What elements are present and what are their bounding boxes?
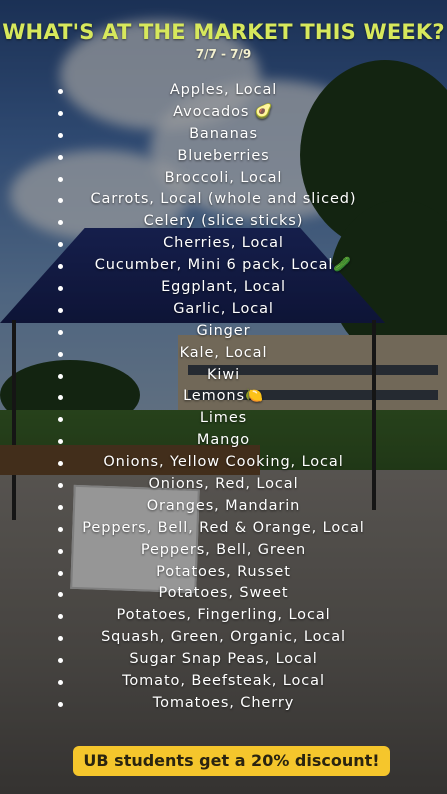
list-item: Mango: [0, 430, 447, 452]
list-item-label: Sugar Snap Peas, Local: [129, 651, 318, 668]
list-item-label: Squash, Green, Organic, Local: [101, 629, 346, 646]
bullet-icon: [58, 154, 63, 160]
list-item-label: Blueberries: [177, 147, 270, 164]
list-item-label: Cucumber, Mini 6 pack, Local🥒: [94, 257, 353, 274]
bullet-icon: [58, 526, 63, 532]
list-item-label: Tomato, Beefsteak, Local: [122, 673, 325, 690]
bullet-icon: [58, 461, 63, 467]
list-item: Onions, Yellow Cooking, Local: [0, 452, 447, 474]
bullet-icon: [58, 176, 63, 182]
list-item-label: Apples, Local: [169, 82, 278, 98]
list-item: Broccoli, Local: [0, 168, 447, 190]
list-item-label: Onions, Red, Local: [148, 476, 299, 493]
list-item-label: Eggplant, Local: [161, 279, 286, 296]
list-item-label: Tomatoes, Cherry: [152, 694, 295, 711]
list-item-label: Avocados 🥑: [173, 103, 274, 120]
bullet-icon: [58, 548, 63, 554]
list-item-label: Potatoes, Fingerling, Local: [116, 607, 331, 624]
list-item: Potatoes, Fingerling, Local: [0, 605, 447, 627]
list-item-label: Peppers, Bell, Red & Orange, Local: [82, 519, 365, 536]
produce-list: Apples, Local Avocados 🥑 Bananas Blueberrie…: [0, 80, 447, 715]
list-item: Eggplant, Local: [0, 277, 447, 299]
list-item: Peppers, Bell, Green: [0, 540, 447, 562]
list-item: Tomatoes, Cherry: [0, 693, 447, 715]
list-item: Avocados 🥑: [0, 102, 447, 124]
list-item-label: Mango: [196, 432, 251, 449]
list-item: Potatoes, Russet: [0, 562, 447, 584]
bullet-icon: [58, 483, 63, 489]
list-item: Ginger: [0, 321, 447, 343]
list-item: Onions, Red, Local: [0, 474, 447, 496]
bullet-icon: [58, 286, 63, 292]
list-item-label: Potatoes, Russet: [156, 563, 291, 580]
list-item: Kale, Local: [0, 343, 447, 365]
list-item-label: Potatoes, Sweet: [158, 585, 289, 602]
list-item: Sugar Snap Peas, Local: [0, 649, 447, 671]
list-item: Oranges, Mandarin: [0, 496, 447, 518]
bullet-icon: [58, 701, 63, 707]
list-item-label: Lemons🍋: [183, 388, 264, 405]
list-item: Peppers, Bell, Red & Orange, Local: [0, 518, 447, 540]
list-item: Kiwi: [0, 365, 447, 387]
list-item-label: Kale, Local: [179, 344, 268, 361]
list-item-label: Carrots, Local (whole and sliced): [90, 191, 357, 208]
list-item-label: Limes: [199, 410, 248, 427]
bullet-icon: [58, 680, 63, 686]
list-item-label: Cherries, Local: [163, 235, 284, 252]
bullet-icon: [58, 395, 63, 401]
bullet-icon: [58, 242, 63, 248]
bullet-icon: [58, 373, 63, 379]
list-item: Garlic, Local: [0, 299, 447, 321]
list-item: Cherries, Local: [0, 233, 447, 255]
bullet-icon: [58, 351, 63, 357]
list-item: Celery (slice sticks): [0, 211, 447, 233]
list-item: Cucumber, Mini 6 pack, Local🥒: [0, 255, 447, 277]
list-item-label: Garlic, Local: [173, 300, 274, 317]
bullet-icon: [58, 110, 63, 116]
bullet-icon: [58, 417, 63, 423]
bullet-icon: [58, 220, 63, 226]
list-item-label: Kiwi: [206, 366, 241, 383]
list-item: Blueberries: [0, 146, 447, 168]
list-item-label: Broccoli, Local: [164, 169, 283, 186]
bullet-icon: [58, 439, 63, 445]
list-item-label: Ginger: [196, 322, 251, 339]
bullet-icon: [58, 329, 63, 335]
list-item: Apples, Local: [0, 80, 447, 102]
list-item-label: Onions, Yellow Cooking, Local: [103, 454, 344, 471]
list-item: Lemons🍋: [0, 386, 447, 408]
page-title: WHAT'S AT THE MARKET THIS WEEK?: [2, 20, 445, 44]
list-item: Tomato, Beefsteak, Local: [0, 671, 447, 693]
list-item-label: Oranges, Mandarin: [146, 497, 301, 514]
bullet-icon: [58, 570, 63, 576]
bullet-icon: [58, 198, 63, 204]
bullet-icon: [58, 307, 63, 313]
list-item: Squash, Green, Organic, Local: [0, 627, 447, 649]
list-item: Carrots, Local (whole and sliced): [0, 189, 447, 211]
bullet-icon: [58, 636, 63, 642]
list-item-label: Bananas: [189, 125, 258, 142]
list-item: Potatoes, Sweet: [0, 583, 447, 605]
list-item: Bananas: [0, 124, 447, 146]
date-range: 7/7 - 7/9: [195, 47, 252, 61]
bullet-icon: [58, 89, 63, 94]
list-item-label: Celery (slice sticks): [143, 213, 304, 230]
bullet-icon: [58, 592, 63, 598]
list-item: Limes: [0, 408, 447, 430]
bullet-icon: [58, 614, 63, 620]
list-item-label: Peppers, Bell, Green: [140, 541, 307, 558]
bullet-icon: [58, 504, 63, 510]
bullet-icon: [58, 132, 63, 138]
bullet-icon: [58, 264, 63, 270]
discount-badge: UB students get a 20% discount!: [73, 746, 390, 776]
bullet-icon: [58, 658, 63, 664]
